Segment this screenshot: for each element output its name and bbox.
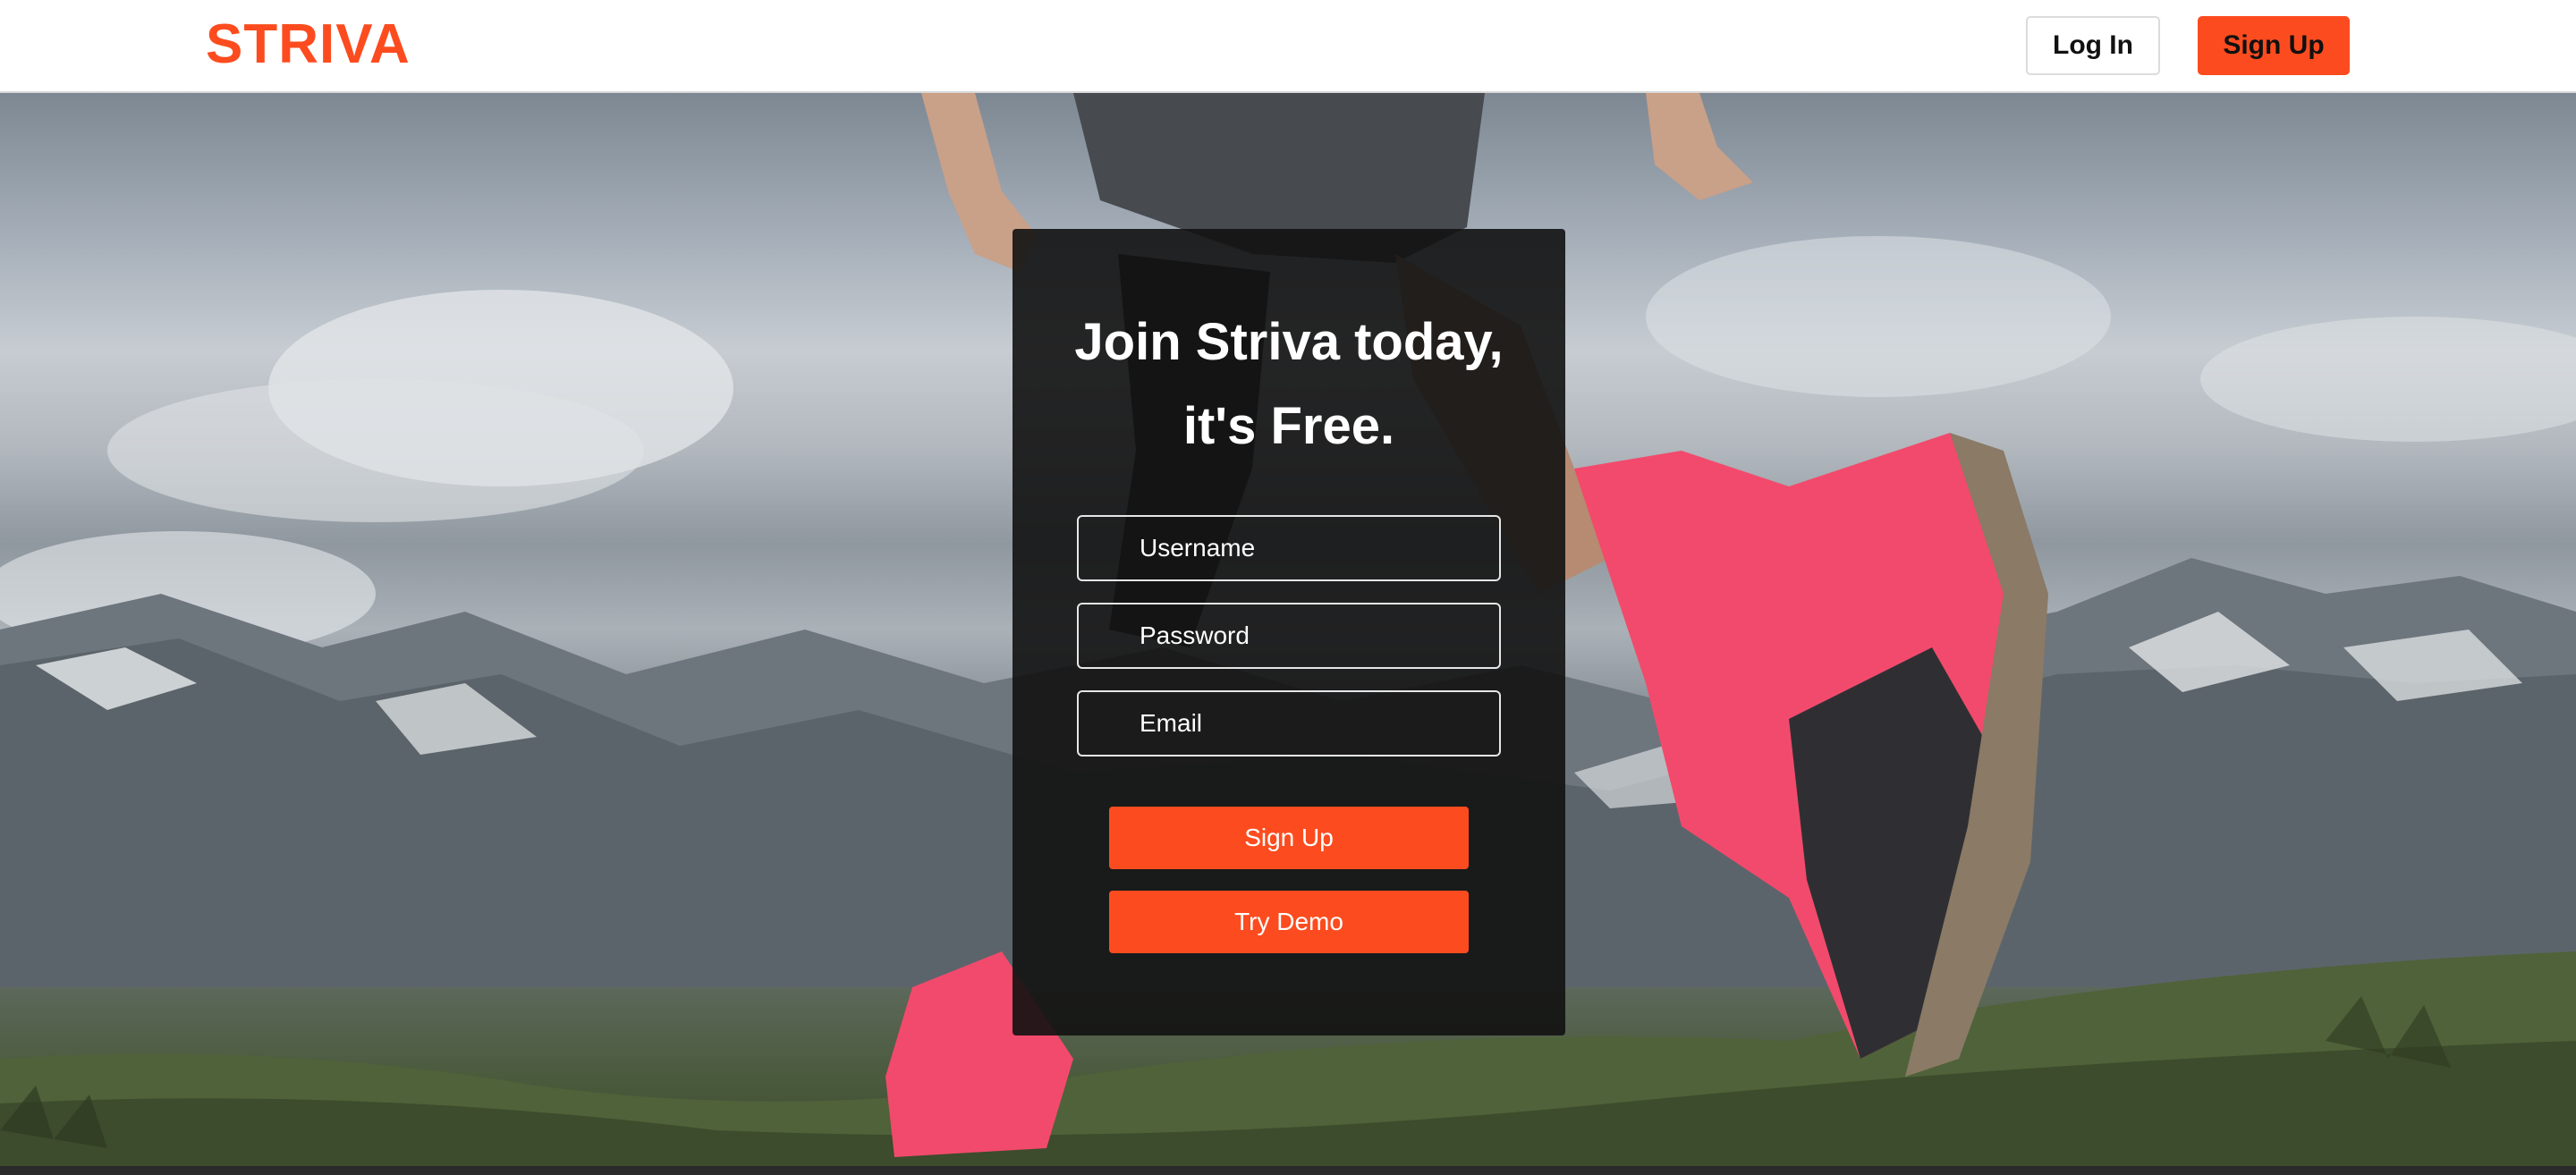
signup-card: Join Striva today, it's Free. Sign Up Tr… — [1013, 229, 1565, 1036]
striva-logo[interactable]: STRIVA — [206, 13, 411, 77]
signup-submit-button[interactable]: Sign Up — [1109, 807, 1469, 869]
try-demo-button[interactable]: Try Demo — [1109, 891, 1469, 953]
footer-strip — [0, 1166, 2576, 1175]
signup-title-line1: Join Striva today, — [1074, 313, 1504, 371]
top-navbar: STRIVA Log In Sign Up — [0, 0, 2576, 93]
email-input[interactable] — [1077, 690, 1501, 757]
username-input[interactable] — [1077, 515, 1501, 581]
login-button[interactable]: Log In — [2026, 16, 2160, 75]
signup-title: Join Striva today, it's Free. — [1013, 300, 1565, 469]
nav-signup-button[interactable]: Sign Up — [2198, 16, 2350, 75]
password-input[interactable] — [1077, 603, 1501, 669]
signup-title-line2: it's Free. — [1182, 397, 1395, 455]
